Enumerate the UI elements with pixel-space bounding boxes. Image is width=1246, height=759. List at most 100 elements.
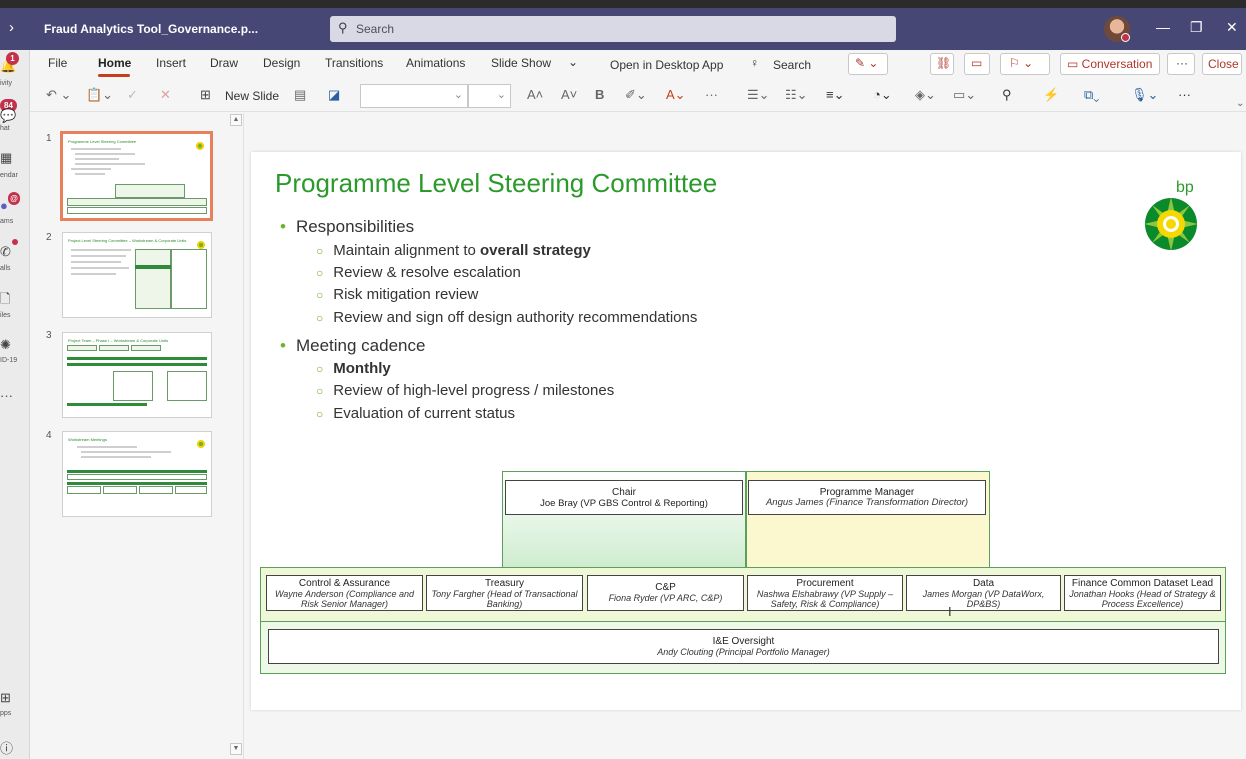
rail-label-covid: ID-19	[0, 357, 18, 364]
font-color-icon[interactable]: A⌄	[666, 87, 686, 103]
search-input[interactable]: ⚲ Search	[330, 16, 896, 42]
org-box-finance-common-dataset[interactable]: Finance Common Dataset Lead Jonathan Hoo…	[1064, 575, 1221, 611]
calls-icon[interactable]: ✆	[0, 244, 11, 260]
more-tabs-chevron-icon[interactable]: ⌄	[568, 55, 578, 69]
format-painter-icon[interactable]: ✓	[127, 87, 138, 103]
sub-bullet: ○ Maintain alignment to overall strategy	[316, 242, 591, 259]
share-link-icon[interactable]: ⛓	[930, 53, 954, 75]
org-box-cp[interactable]: C&P Fiona Ryder (VP ARC, C&P)	[587, 575, 744, 611]
slide-thumbnail-1[interactable]: Programme Level Steering Committee	[60, 131, 213, 221]
shapes-icon[interactable]: ◔⌄	[873, 87, 892, 103]
highlight-icon[interactable]: ✐⌄	[625, 87, 647, 103]
more-apps-icon[interactable]: ···	[0, 388, 13, 403]
designer-icon[interactable]: ⚡	[1043, 87, 1059, 103]
sub-bullet-bold: Monthly	[333, 360, 391, 377]
more-options-icon[interactable]: ···	[1167, 53, 1195, 75]
rail-label-teams: ams	[0, 218, 14, 225]
slide-thumbnail-2[interactable]: Project Level Steering Committee – Works…	[62, 232, 212, 318]
org-box-ie-oversight[interactable]: I&E Oversight Andy Clouting (Principal P…	[268, 629, 1219, 664]
covid-app-icon[interactable]: ✺	[0, 337, 11, 353]
dictate-icon[interactable]: 🎙⌄	[1131, 87, 1158, 103]
toolbar-more-icon[interactable]: ···	[1178, 87, 1191, 102]
comment-icon[interactable]: ▭	[964, 53, 990, 75]
chat-icon[interactable]: 💬	[0, 108, 16, 124]
files-icon[interactable]: 🗋	[0, 290, 10, 312]
sub-bullet-text: Risk mitigation review	[333, 286, 479, 303]
calendar-icon[interactable]: ▦	[0, 150, 12, 166]
scroll-up-icon[interactable]: ▲	[230, 114, 242, 126]
sub-bullet: ○ Evaluation of current status	[316, 405, 516, 422]
org-box-data[interactable]: Data James Morgan (VP DataWorx, DP&BS)	[906, 575, 1061, 611]
org-person: Jonathan Hooks (Head of Strategy & Proce…	[1069, 589, 1216, 609]
ribbon-search[interactable]: Search	[773, 58, 811, 72]
org-box-chair[interactable]: Chair Joe Bray (VP GBS Control & Reporti…	[505, 480, 743, 515]
new-slide-button[interactable]: New Slide	[225, 89, 279, 103]
teams-icon[interactable]: ●	[0, 198, 8, 213]
paste-icon[interactable]: 📋⌄	[86, 87, 113, 103]
org-box-treasury[interactable]: Treasury Tony Fargher (Head of Transacti…	[426, 575, 583, 611]
apps-icon[interactable]: ⊞	[0, 690, 11, 706]
org-person: Andy Clouting (Principal Portfolio Manag…	[657, 647, 830, 657]
arrange-icon[interactable]: ⧉⌄	[1084, 87, 1099, 103]
sub-bullet-text: Evaluation of current status	[333, 405, 516, 422]
tab-design[interactable]: Design	[263, 56, 300, 70]
rail-label-calls: alls	[0, 265, 11, 272]
bold-icon[interactable]: B	[595, 87, 604, 102]
scroll-down-icon[interactable]: ▼	[230, 743, 242, 755]
minimize-icon[interactable]: —	[1156, 19, 1170, 35]
tab-draw[interactable]: Draw	[210, 56, 238, 70]
tab-file[interactable]: File	[48, 56, 67, 70]
slide-thumbnail-4[interactable]: Workstream Meetings	[62, 431, 212, 517]
font-size-select[interactable]: ⌄	[468, 84, 511, 108]
org-box-procurement[interactable]: Procurement Nashwa Elshabrawy (VP Supply…	[747, 575, 903, 611]
org-role: C&P	[655, 582, 676, 593]
org-person: Tony Fargher (Head of Transactional Bank…	[431, 589, 578, 609]
shape-fill-icon[interactable]: ◈⌄	[915, 87, 936, 103]
delete-icon[interactable]: ✕	[160, 87, 171, 103]
document-title: Fraud Analytics Tool_Governance.p...	[44, 22, 259, 36]
find-icon[interactable]: ⚲	[1002, 87, 1012, 103]
org-role: Chair	[612, 487, 636, 498]
tab-insert[interactable]: Insert	[156, 56, 186, 70]
open-desktop-app-button[interactable]: Open in Desktop App	[610, 58, 723, 72]
close-icon[interactable]: ✕	[1226, 19, 1238, 36]
text-cursor-icon: I	[948, 604, 952, 619]
layout-icon[interactable]: ▤	[294, 87, 306, 103]
tab-animations[interactable]: Animations	[406, 56, 465, 70]
decrease-font-icon[interactable]: A˅	[561, 87, 577, 102]
conversation-button[interactable]: ▭ Conversation	[1060, 53, 1160, 75]
org-person: Wayne Anderson (Compliance and Risk Seni…	[274, 589, 415, 609]
help-icon[interactable]: ⓘ	[0, 738, 13, 757]
sub-bullet: ○ Risk mitigation review	[316, 286, 479, 303]
sub-bullet: ○ Review and sign off design authority re…	[316, 309, 698, 326]
draw-pen-button[interactable]: ✎ ⌄	[848, 53, 888, 75]
restore-icon[interactable]: ❐	[1190, 19, 1203, 36]
present-button[interactable]: ⚐ ⌄	[1000, 53, 1050, 75]
undo-icon[interactable]: ↶ ⌄	[46, 87, 71, 103]
bullets-icon[interactable]: ☰⌄	[747, 87, 770, 103]
collapse-ribbon-icon[interactable]: ⌄	[1236, 98, 1244, 109]
tab-slide-show[interactable]: Slide Show	[491, 56, 551, 70]
font-family-select[interactable]: ⌄	[360, 84, 468, 108]
more-font-icon[interactable]: ···	[705, 87, 718, 102]
design-ideas-icon[interactable]: ◪	[328, 87, 340, 103]
org-box-control-assurance[interactable]: Control & Assurance Wayne Anderson (Comp…	[266, 575, 423, 611]
close-button[interactable]: Close	[1202, 53, 1242, 75]
org-role: Control & Assurance	[298, 578, 391, 589]
tab-transitions[interactable]: Transitions	[325, 56, 383, 70]
sub-bullet-bold: overall strategy	[480, 242, 591, 259]
sub-bullet: ○ Review of high-level progress / milesto…	[316, 382, 615, 399]
numbering-icon[interactable]: ☷⌄	[785, 87, 808, 103]
window-top-strip	[0, 0, 1246, 8]
align-icon[interactable]: ≡⌄	[826, 87, 844, 103]
increase-font-icon[interactable]: A˄	[527, 87, 543, 102]
thumbnail-title: Project Level Steering Committee – Works…	[68, 238, 187, 243]
org-box-programme-manager[interactable]: Programme Manager Angus James (Finance T…	[748, 480, 986, 515]
new-slide-icon[interactable]: ⊞	[200, 87, 211, 103]
slide-title[interactable]: Programme Level Steering Committee	[275, 168, 717, 199]
slide-thumbnail-3[interactable]: Project Team – Phase I – Workstream & Co…	[62, 332, 212, 418]
tab-home[interactable]: Home	[98, 56, 131, 70]
org-person: Fiona Ryder (VP ARC, C&P)	[608, 593, 723, 603]
expand-chevron-icon[interactable]: ›	[9, 19, 14, 36]
shape-outline-icon[interactable]: ▭⌄	[953, 87, 976, 103]
